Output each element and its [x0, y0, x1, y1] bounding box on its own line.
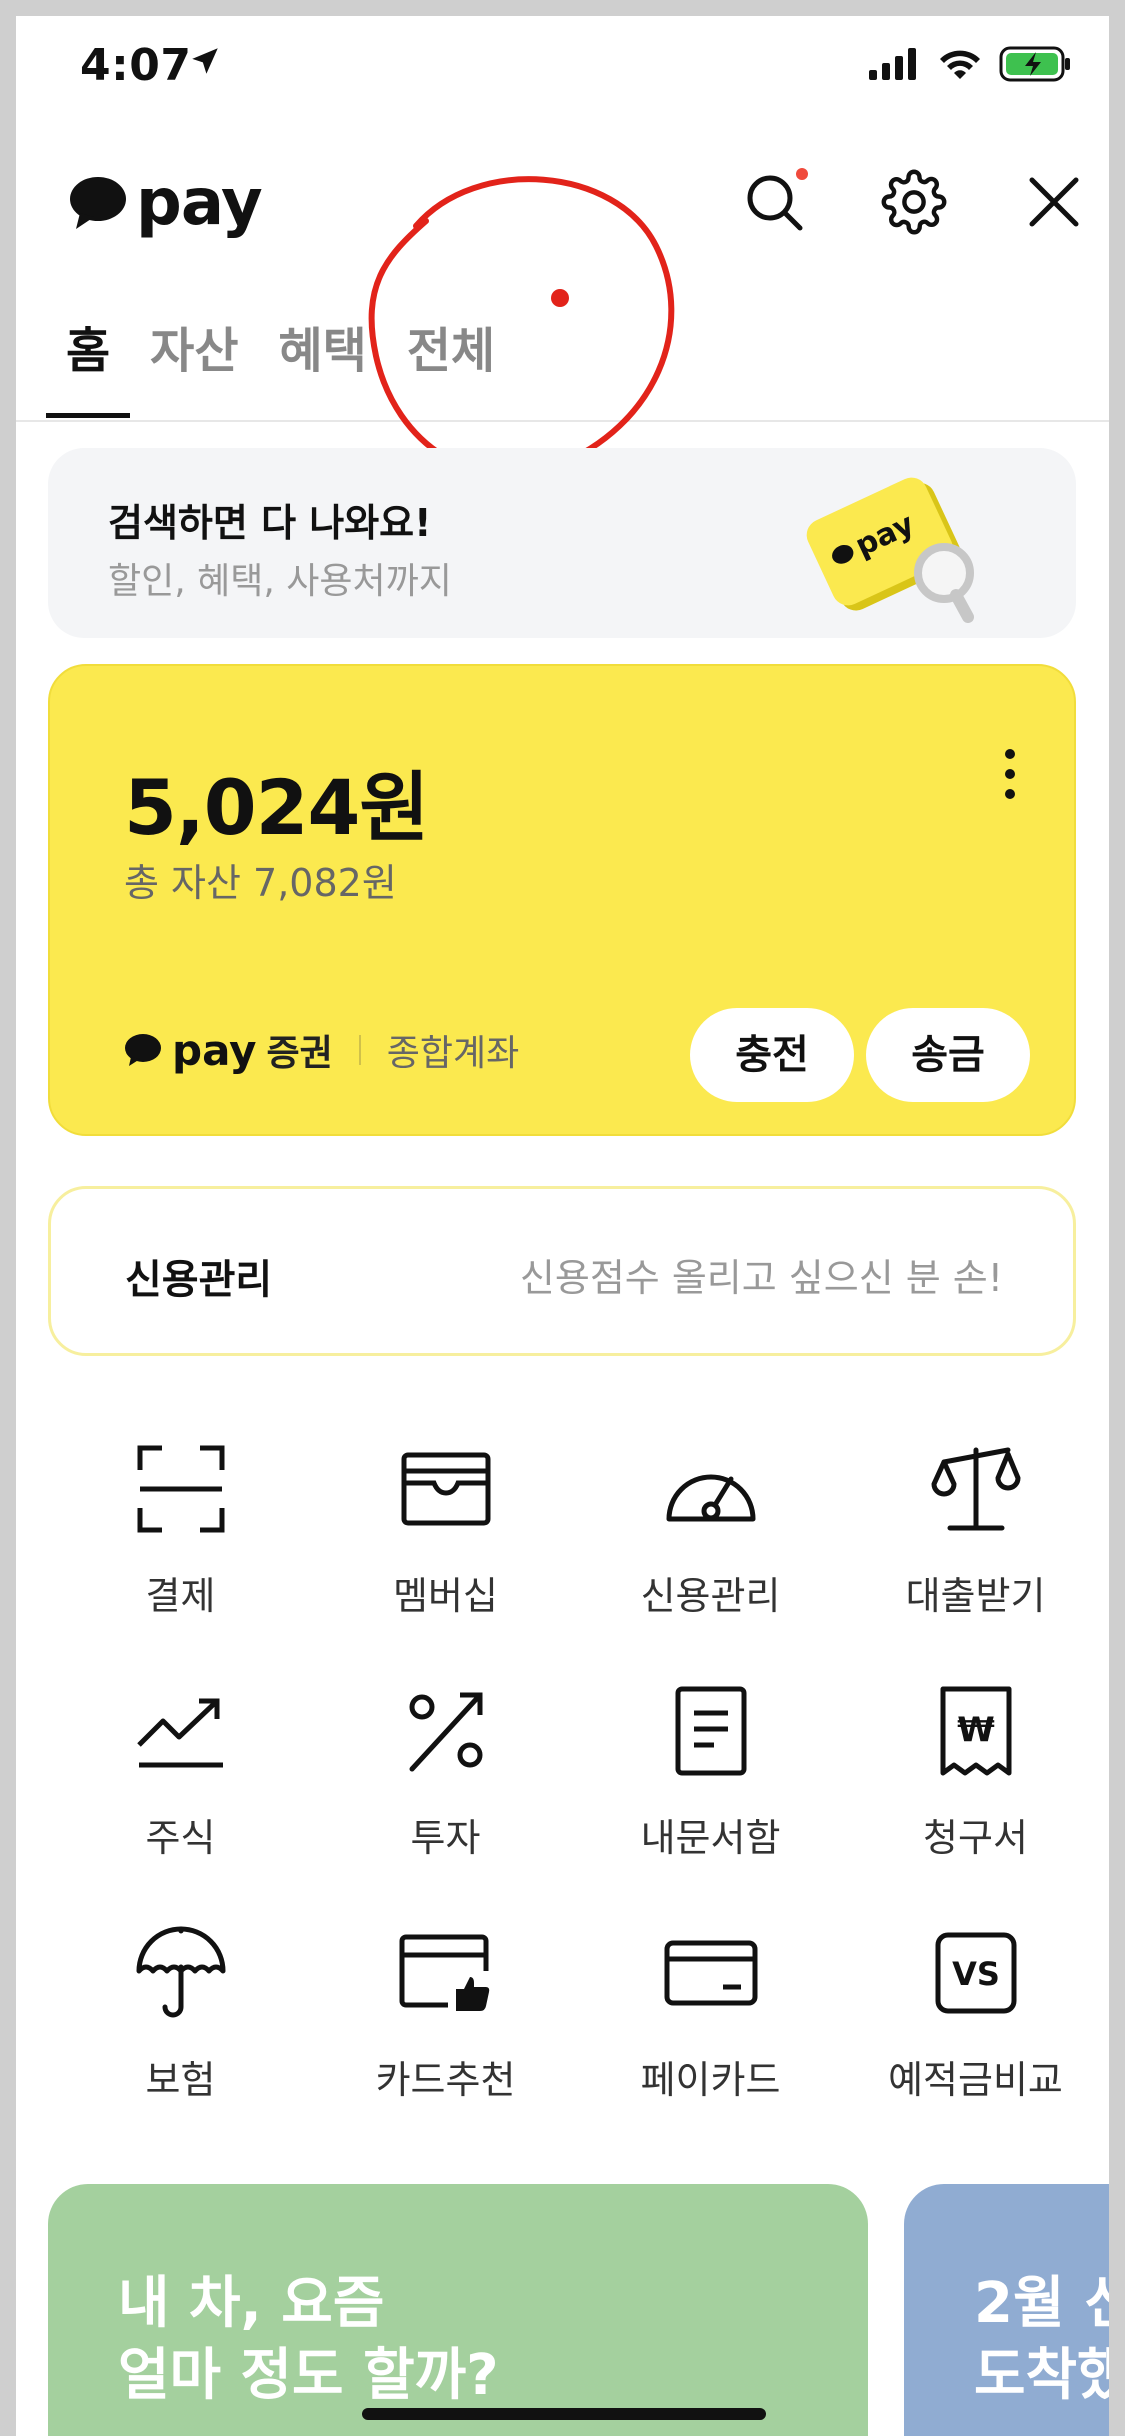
balance-amount: 5,024원 — [124, 763, 429, 852]
send-button[interactable]: 송금 — [866, 1008, 1030, 1102]
more-options-icon[interactable] — [990, 734, 1030, 814]
svg-text:VS: VS — [952, 1955, 1000, 1993]
charge-button[interactable]: 충전 — [690, 1008, 854, 1102]
card-thumb-icon — [391, 1920, 501, 2025]
status-time: 4:07 — [80, 40, 192, 91]
tab-assets[interactable]: 자산 — [130, 306, 258, 418]
menu-label: 멤버십 — [393, 1574, 498, 1618]
menu-label: 예적금비교 — [888, 2058, 1063, 2102]
credit-banner-label: 신용관리 — [125, 1257, 273, 1303]
battery-icon — [999, 46, 1073, 86]
menu-card-recommend[interactable]: 카드추천 — [313, 1920, 578, 2104]
service-grid: 결제 멤버십 신용관리 대출받기 주식 투자 내문서함 ₩ 청구서 보험 카드추… — [48, 1436, 1108, 2104]
menu-label: 신용관리 — [640, 1574, 781, 1618]
search-banner-subtitle: 할인, 혜택, 사용처까지 — [108, 561, 452, 602]
menu-pay-card[interactable]: 페이카드 — [578, 1920, 843, 2104]
status-bar: 4:07 — [16, 16, 1109, 106]
document-icon — [656, 1678, 766, 1783]
svg-text:₩: ₩ — [957, 1710, 995, 1750]
menu-bills[interactable]: ₩ 청구서 — [843, 1678, 1108, 1862]
account-type: 종합계좌 — [386, 1033, 520, 1074]
credit-banner[interactable]: 신용관리 신용점수 올리고 싶으신 분 손! — [48, 1186, 1076, 1356]
menu-documents[interactable]: 내문서함 — [578, 1678, 843, 1862]
menu-loan[interactable]: 대출받기 — [843, 1436, 1108, 1620]
annotation-circle — [368, 176, 675, 478]
pay-magnifier-icon: pay — [806, 477, 974, 623]
menu-stocks[interactable]: 주식 — [48, 1678, 313, 1862]
bill-icon: ₩ — [921, 1678, 1031, 1783]
promo-line-1: 2월 신 — [974, 2271, 1109, 2336]
promo-line-2: 도착했 — [974, 2343, 1109, 2408]
speech-bubble-icon — [70, 177, 126, 229]
menu-invest[interactable]: 투자 — [313, 1678, 578, 1862]
menu-membership[interactable]: 멤버십 — [313, 1436, 578, 1620]
vs-icon: VS — [921, 1920, 1031, 2025]
signal-icon — [869, 48, 921, 84]
search-banner[interactable]: 검색하면 다 나와요! 할인, 혜택, 사용처까지 pay — [48, 448, 1076, 638]
menu-label: 대출받기 — [905, 1574, 1046, 1618]
settings-button[interactable] — [874, 162, 954, 242]
promo-card-car[interactable]: 내 차, 요즘 얼마 정도 할까? — [48, 2184, 868, 2436]
search-banner-title: 검색하면 다 나와요! — [108, 501, 432, 545]
gear-icon — [881, 169, 947, 235]
promo-text: 내 차, 요즘 얼마 정도 할까? — [118, 2268, 499, 2412]
card-icon — [656, 1920, 766, 2025]
speech-bubble-icon — [125, 1034, 161, 1066]
close-button[interactable] — [1014, 162, 1094, 242]
home-indicator[interactable] — [362, 2408, 766, 2420]
promo-card-2[interactable]: 2월 신 도착했 — [904, 2184, 1109, 2436]
menu-insurance[interactable]: 보험 — [48, 1920, 313, 2104]
brand-text: pay — [136, 166, 263, 240]
promo-line-1: 내 차, 요즘 — [118, 2271, 385, 2336]
app-screen: 4:07 pay 홈 자산 혜택 전체 검색하면 다 나와요! 할인, 혜택, … — [16, 16, 1109, 2436]
wifi-icon — [937, 47, 983, 85]
menu-label: 내문서함 — [640, 1816, 781, 1860]
trend-icon — [126, 1678, 236, 1783]
location-arrow-icon — [188, 44, 222, 82]
menu-label: 투자 — [410, 1816, 481, 1860]
notification-dot — [796, 168, 808, 180]
wallet-icon — [391, 1436, 501, 1541]
promo-line-2: 얼마 정도 할까? — [118, 2343, 499, 2408]
menu-payment[interactable]: 결제 — [48, 1436, 313, 1620]
search-button[interactable] — [734, 162, 814, 242]
account-label: pay 증권 종합계좌 — [124, 1024, 519, 1076]
menu-label: 페이카드 — [640, 2058, 781, 2102]
credit-banner-message: 신용점수 올리고 싶으신 분 손! — [519, 1256, 1003, 1300]
scale-icon — [921, 1436, 1031, 1541]
promo-text: 2월 신 도착했 — [974, 2268, 1109, 2412]
balance-card[interactable]: 5,024원 총 자산 7,082원 pay 증권 종합계좌 충전 송금 — [48, 664, 1076, 1136]
account-brand: pay — [172, 1025, 257, 1075]
menu-label: 청구서 — [923, 1816, 1028, 1860]
gauge-icon — [656, 1436, 766, 1541]
kakaopay-logo: pay — [68, 166, 263, 240]
status-icons — [869, 46, 1073, 86]
close-icon — [1029, 177, 1079, 227]
total-assets: 총 자산 7,082원 — [124, 861, 397, 905]
account-separator — [358, 1035, 361, 1065]
menu-label: 결제 — [145, 1574, 216, 1618]
menu-label: 주식 — [145, 1816, 216, 1860]
scan-icon — [126, 1436, 236, 1541]
account-brand-suffix: 증권 — [266, 1033, 333, 1074]
tab-home[interactable]: 홈 — [46, 306, 131, 418]
search-icon — [747, 175, 803, 231]
umbrella-icon — [126, 1920, 236, 2025]
percent-icon — [391, 1678, 501, 1783]
menu-label: 보험 — [145, 2058, 216, 2102]
menu-savings-compare[interactable]: VS 예적금비교 — [843, 1920, 1108, 2104]
menu-credit[interactable]: 신용관리 — [578, 1436, 843, 1620]
menu-label: 카드추천 — [375, 2058, 516, 2102]
